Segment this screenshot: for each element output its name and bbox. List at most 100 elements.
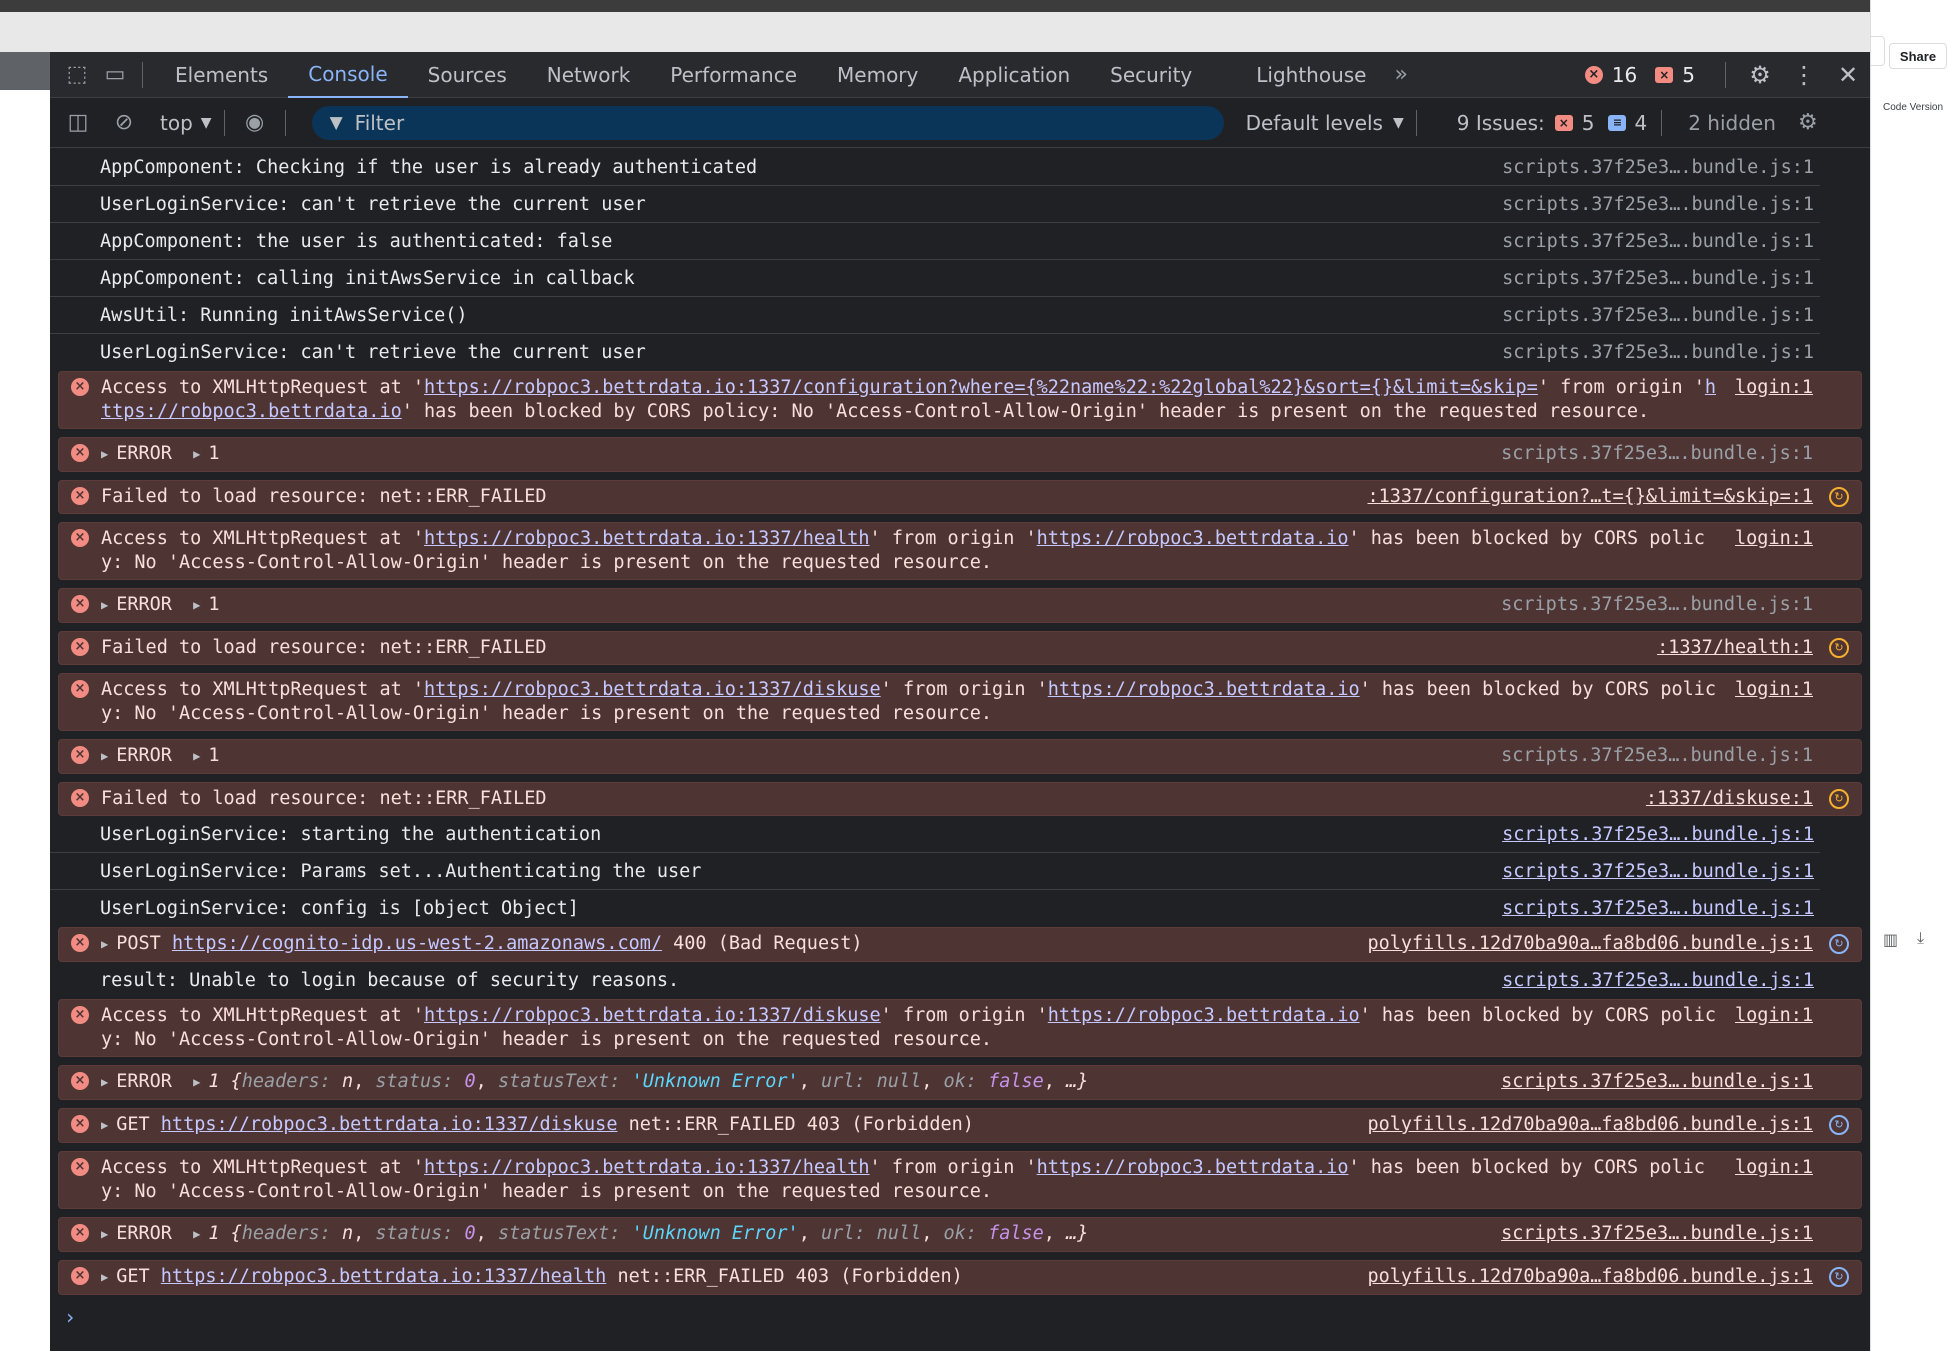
message-source[interactable]: :1337/health:1: [1657, 636, 1813, 660]
filter-input[interactable]: [354, 110, 1155, 135]
close-icon[interactable]: ✕: [1826, 53, 1870, 97]
request-url-link[interactable]: https://robpoc3.bettrdata.io:1337/diskus…: [161, 1114, 618, 1135]
toolbar-divider: [1661, 109, 1663, 136]
message-text: result: Unable to login because of secur…: [100, 970, 680, 991]
console-prompt-row[interactable]: ›: [50, 1295, 1870, 1335]
tab-security[interactable]: Security: [1090, 52, 1212, 98]
message-source[interactable]: scripts.37f25e3….bundle.js:1: [1502, 193, 1814, 217]
tab-performance[interactable]: Performance: [650, 52, 817, 98]
console-settings-gear-icon[interactable]: ⚙: [1790, 105, 1826, 141]
tab-memory[interactable]: Memory: [817, 52, 938, 98]
download-icon[interactable]: ⤓: [1917, 930, 1924, 948]
message-source[interactable]: polyfills.12d70ba90a…fa8bd06.bundle.js:1: [1367, 932, 1813, 956]
issues-count[interactable]: × 5: [1655, 63, 1695, 87]
object-brace: {: [230, 1071, 242, 1092]
context-selector[interactable]: top ▼: [160, 111, 212, 135]
tab-network[interactable]: Network: [527, 52, 651, 98]
expand-triangle-icon[interactable]: ▶: [101, 1070, 108, 1094]
clear-console-icon[interactable]: ⊘: [106, 105, 142, 141]
object-key: status:: [375, 1223, 454, 1244]
tab-lighthouse[interactable]: Lighthouse: [1236, 52, 1386, 98]
expand-triangle-icon[interactable]: ▶: [193, 593, 200, 617]
request-url-link[interactable]: https://robpoc3.bettrdata.io:1337/health: [424, 528, 870, 549]
expand-triangle-icon[interactable]: ▶: [101, 1113, 108, 1137]
request-url-link[interactable]: https://robpoc3.bettrdata.io:1337/diskus…: [424, 1005, 881, 1026]
console-message: UserLoginService: can't retrieve the cur…: [50, 186, 1820, 223]
expand-triangle-icon[interactable]: ▶: [193, 744, 200, 768]
origin-link[interactable]: https://robpoc3.bettrdata.io: [1048, 679, 1360, 700]
message-source[interactable]: polyfills.12d70ba90a…fa8bd06.bundle.js:1: [1367, 1265, 1813, 1289]
request-url-link[interactable]: https://robpoc3.bettrdata.io:1337/config…: [424, 377, 1538, 398]
log-levels-dropdown[interactable]: Default levels ▼: [1246, 111, 1404, 135]
expand-triangle-icon[interactable]: ▶: [101, 442, 108, 466]
origin-link[interactable]: https://robpoc3.bettrdata.io: [1037, 1157, 1349, 1178]
message-source[interactable]: scripts.37f25e3….bundle.js:1: [1501, 593, 1813, 617]
message-source[interactable]: scripts.37f25e3….bundle.js:1: [1501, 744, 1813, 768]
message-source[interactable]: polyfills.12d70ba90a…fa8bd06.bundle.js:1: [1367, 1113, 1813, 1137]
console-error: × Failed to load resource: net::ERR_FAIL…: [58, 631, 1862, 665]
tab-elements[interactable]: Elements: [155, 52, 288, 98]
message-source[interactable]: scripts.37f25e3….bundle.js:1: [1501, 1222, 1813, 1246]
network-request-icon[interactable]: ↻: [1829, 1267, 1849, 1287]
expand-triangle-icon[interactable]: ▶: [101, 744, 108, 768]
expand-triangle-icon[interactable]: ▶: [101, 1265, 108, 1289]
tab-sources[interactable]: Sources: [408, 52, 527, 98]
settings-gear-icon[interactable]: ⚙: [1738, 53, 1782, 97]
network-request-icon[interactable]: ↻: [1829, 487, 1849, 507]
network-request-icon[interactable]: ↻: [1829, 638, 1849, 658]
message-source[interactable]: scripts.37f25e3….bundle.js:1: [1502, 156, 1814, 180]
live-expression-eye-icon[interactable]: ◉: [237, 105, 273, 141]
filter-box[interactable]: ▼: [311, 105, 1224, 140]
expand-triangle-icon[interactable]: ▶: [193, 442, 200, 466]
message-source[interactable]: scripts.37f25e3….bundle.js:1: [1501, 442, 1813, 466]
error-count[interactable]: × 16: [1584, 63, 1637, 87]
message-source[interactable]: login:1: [1735, 1156, 1813, 1180]
message-source[interactable]: scripts.37f25e3….bundle.js:1: [1501, 1070, 1813, 1094]
more-tabs-icon[interactable]: »: [1387, 62, 1416, 87]
request-url-link[interactable]: https://robpoc3.bettrdata.io:1337/diskus…: [424, 679, 881, 700]
error-icon: ×: [71, 529, 89, 547]
origin-link[interactable]: https://robpoc3.bettrdata.io: [1037, 528, 1349, 549]
origin-link[interactable]: https://robpoc3.bettrdata.io: [1048, 1005, 1360, 1026]
expand-triangle-icon[interactable]: ▶: [101, 1222, 108, 1246]
message-source[interactable]: scripts.37f25e3….bundle.js:1: [1502, 304, 1814, 328]
issues-summary[interactable]: 9 Issues: × 5 ≡ 4: [1457, 111, 1661, 135]
object-key: statusText:: [497, 1223, 621, 1244]
message-source[interactable]: login:1: [1735, 1004, 1813, 1028]
message-text: UserLoginService: can't retrieve the cur…: [100, 342, 646, 363]
message-source[interactable]: scripts.37f25e3….bundle.js:1: [1502, 823, 1814, 847]
request-url-link[interactable]: https://cognito-idp.us-west-2.amazonaws.…: [172, 933, 662, 954]
expand-triangle-icon[interactable]: ▶: [193, 1222, 200, 1246]
columns-icon[interactable]: ▥: [1883, 930, 1898, 950]
message-source[interactable]: scripts.37f25e3….bundle.js:1: [1502, 897, 1814, 921]
device-toolbar-icon[interactable]: ▭: [100, 60, 130, 90]
object-value: 0: [464, 1223, 476, 1244]
expand-triangle-icon[interactable]: ▶: [101, 932, 108, 956]
tab-application[interactable]: Application: [938, 52, 1090, 98]
message-source[interactable]: login:1: [1735, 527, 1813, 551]
message-source[interactable]: scripts.37f25e3….bundle.js:1: [1502, 230, 1814, 254]
network-request-icon[interactable]: ↻: [1829, 934, 1849, 954]
message-source[interactable]: login:1: [1735, 678, 1813, 702]
message-source[interactable]: :1337/diskuse:1: [1646, 787, 1813, 811]
network-request-icon[interactable]: ↻: [1829, 1115, 1849, 1135]
tab-console[interactable]: Console: [288, 52, 408, 98]
message-source[interactable]: scripts.37f25e3….bundle.js:1: [1502, 341, 1814, 365]
message-source[interactable]: scripts.37f25e3….bundle.js:1: [1502, 267, 1814, 291]
expand-triangle-icon[interactable]: ▶: [193, 1070, 200, 1094]
hidden-count[interactable]: 2 hidden: [1688, 111, 1776, 135]
http-status: net::ERR_FAILED 403 (Forbidden): [628, 1114, 974, 1135]
expand-triangle-icon[interactable]: ▶: [101, 593, 108, 617]
sidebar-toggle-icon[interactable]: ◫: [60, 105, 96, 141]
request-url-link[interactable]: https://robpoc3.bettrdata.io:1337/health: [161, 1266, 607, 1287]
share-button[interactable]: Share: [1889, 43, 1947, 69]
message-source[interactable]: login:1: [1735, 376, 1813, 400]
request-url-link[interactable]: https://robpoc3.bettrdata.io:1337/health: [424, 1157, 870, 1178]
message-source[interactable]: scripts.37f25e3….bundle.js:1: [1502, 860, 1814, 884]
more-options-icon[interactable]: ⋮: [1782, 53, 1826, 97]
message-source[interactable]: :1337/configuration?…t={}&limit=&skip=:1: [1367, 485, 1813, 509]
network-request-icon[interactable]: ↻: [1829, 789, 1849, 809]
message-source[interactable]: scripts.37f25e3….bundle.js:1: [1502, 969, 1814, 993]
inspect-element-icon[interactable]: ⬚: [62, 60, 92, 90]
dropdown-arrow-icon: ▼: [1392, 114, 1404, 131]
